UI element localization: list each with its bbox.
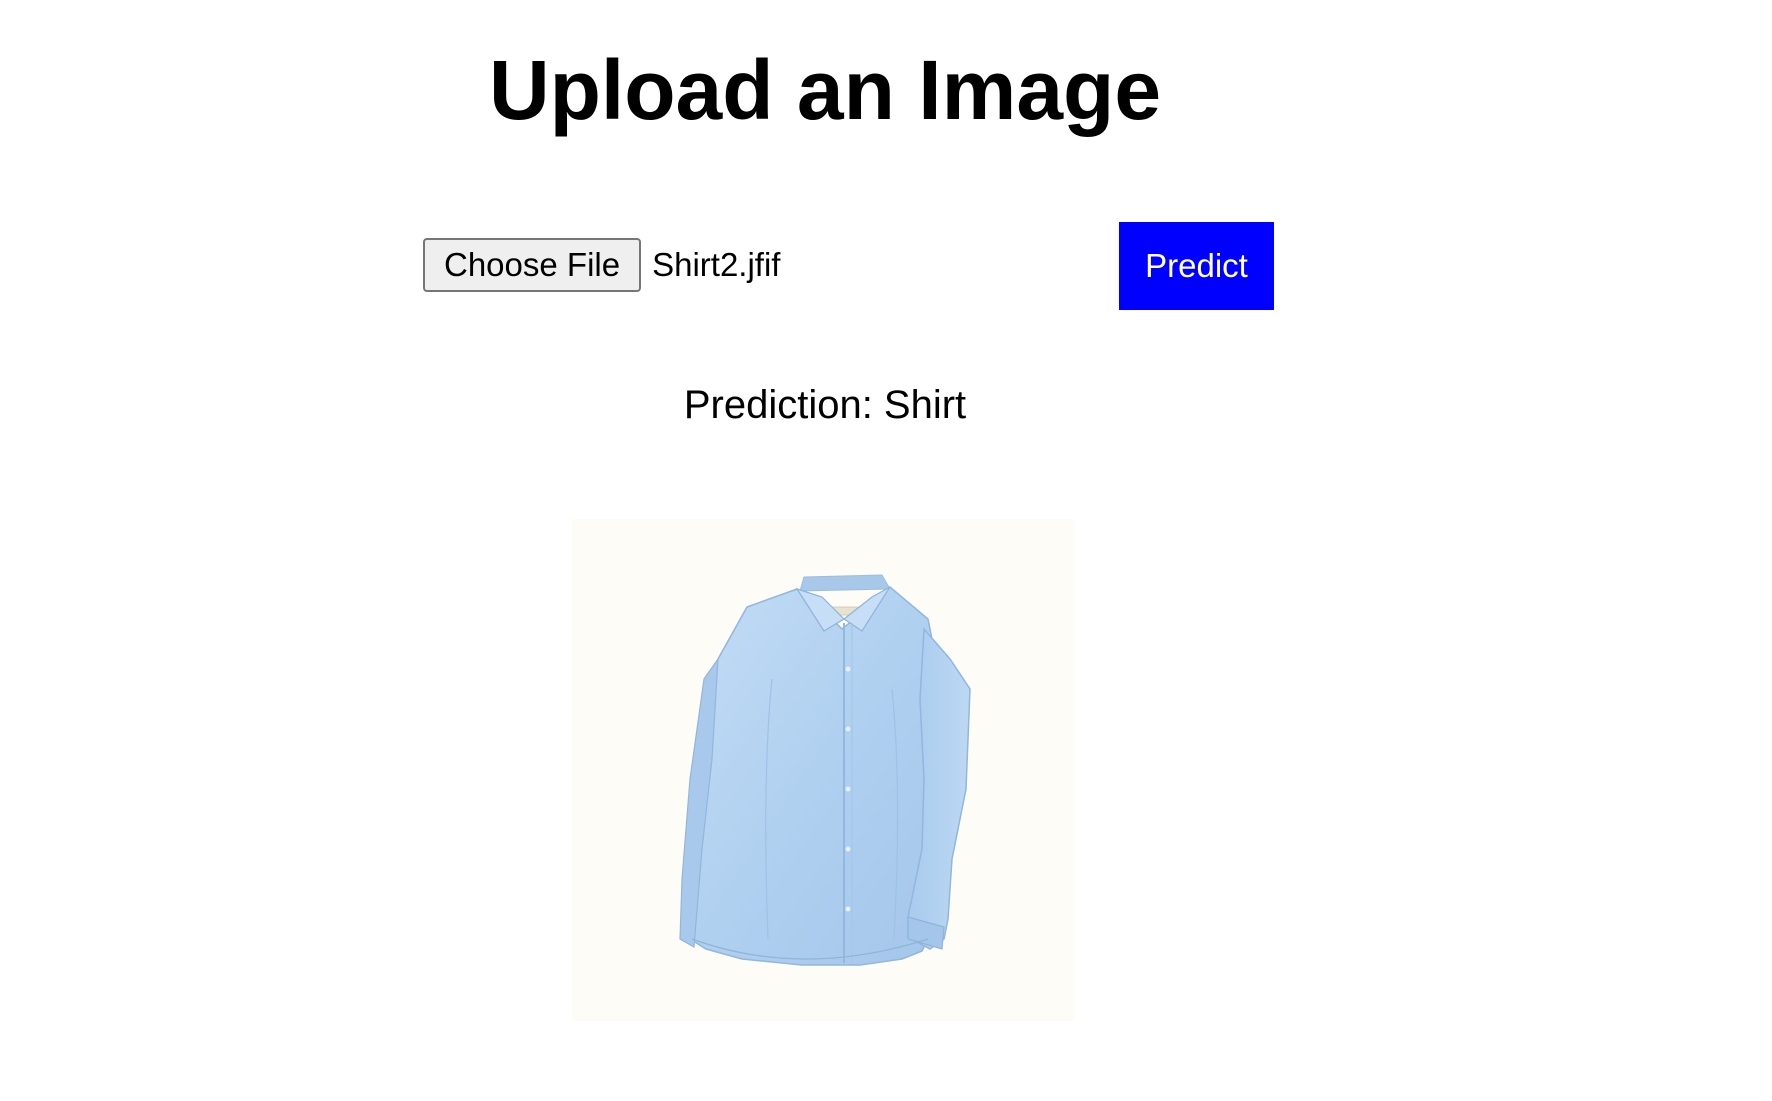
page-title: Upload an Image (488, 43, 1162, 137)
prediction-result: Prediction: Shirt (683, 383, 967, 427)
file-input[interactable]: Choose File Shirt2.jfif (423, 238, 780, 292)
selected-file-name: Shirt2.jfif (652, 246, 781, 283)
uploaded-image-preview (572, 519, 1074, 1021)
choose-file-button[interactable]: Choose File (423, 238, 642, 292)
predict-button[interactable]: Predict (1119, 222, 1274, 310)
shirt-image (679, 574, 971, 966)
